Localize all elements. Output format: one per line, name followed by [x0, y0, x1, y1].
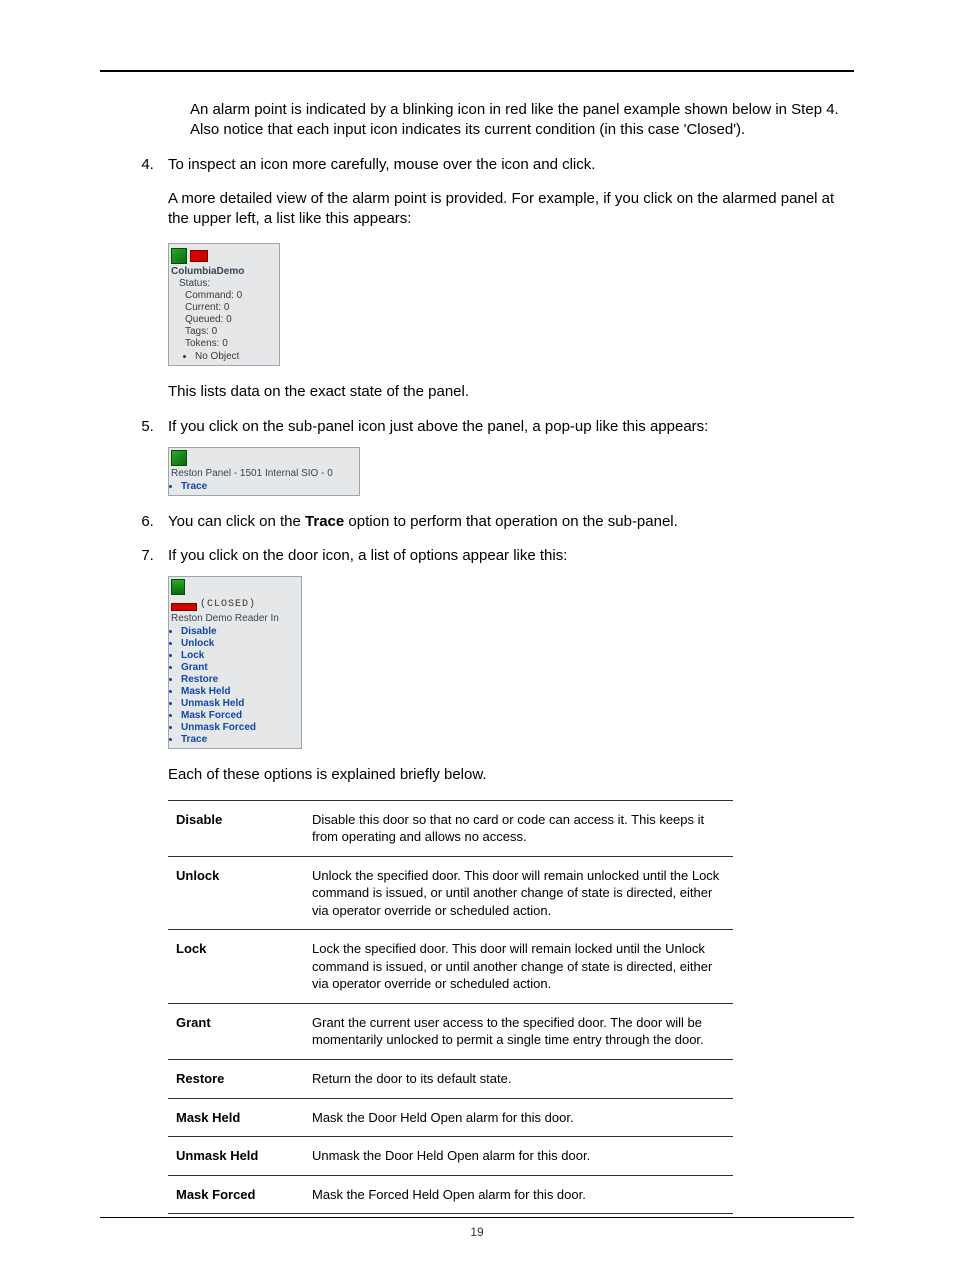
door-closed-label: (CLOSED): [200, 599, 256, 611]
opt-val: Disable this door so that no card or cod…: [304, 800, 733, 856]
opt-key: Mask Held: [168, 1098, 304, 1137]
fig2-title: Reston Panel - 1501 Internal SIO - 0: [171, 468, 357, 480]
opt-val: Mask the Door Held Open alarm for this d…: [304, 1098, 733, 1137]
door-icon: [171, 579, 185, 595]
step-5-text: If you click on the sub-panel icon just …: [168, 418, 708, 435]
fig1-line: Current: 0: [185, 302, 277, 314]
opt-val: Return the door to its default state.: [304, 1059, 733, 1098]
subpanel-icon: [171, 450, 187, 466]
fig1-bullet: No Object: [195, 351, 277, 363]
door-opt-unlock[interactable]: Unlock: [181, 638, 299, 650]
opt-key: Lock: [168, 930, 304, 1004]
step-4-para: A more detailed view of the alarm point …: [168, 189, 854, 230]
fig1-line: Command: 0: [185, 290, 277, 302]
opt-key: Mask Forced: [168, 1175, 304, 1214]
panel-icon: [171, 248, 187, 264]
opt-val: Grant the current user access to the spe…: [304, 1003, 733, 1059]
page-number: 19: [470, 1225, 483, 1239]
door-opt-unmask-held[interactable]: Unmask Held: [181, 698, 299, 710]
step-4-text: To inspect an icon more carefully, mouse…: [168, 156, 595, 173]
step-6-pre: You can click on the: [168, 513, 305, 530]
table-row: RestoreReturn the door to its default st…: [168, 1059, 733, 1098]
door-opt-restore[interactable]: Restore: [181, 674, 299, 686]
table-row: GrantGrant the current user access to th…: [168, 1003, 733, 1059]
step-4: To inspect an icon more carefully, mouse…: [158, 155, 854, 403]
footer-rule: [100, 1217, 854, 1218]
opt-key: Restore: [168, 1059, 304, 1098]
opt-key: Grant: [168, 1003, 304, 1059]
door-opt-trace[interactable]: Trace: [181, 734, 299, 746]
door-alarm-icon: [171, 603, 197, 611]
fig1-status-label: Status:: [171, 278, 277, 290]
step-7-after: Each of these options is explained brief…: [168, 765, 854, 785]
fig1-line: Tokens: 0: [185, 338, 277, 350]
opt-val: Lock the specified door. This door will …: [304, 930, 733, 1004]
table-row: LockLock the specified door. This door w…: [168, 930, 733, 1004]
intro-paragraph: An alarm point is indicated by a blinkin…: [190, 100, 854, 141]
door-opt-mask-forced[interactable]: Mask Forced: [181, 710, 299, 722]
table-row: Mask HeldMask the Door Held Open alarm f…: [168, 1098, 733, 1137]
figure-subpanel-popup: Reston Panel - 1501 Internal SIO - 0 Tra…: [168, 447, 360, 496]
fig1-line: Tags: 0: [185, 326, 277, 338]
opt-key: Unmask Held: [168, 1137, 304, 1176]
fig1-line: Queued: 0: [185, 314, 277, 326]
step-7: If you click on the door icon, a list of…: [158, 546, 854, 1214]
step-6-post: option to perform that operation on the …: [344, 513, 678, 530]
step-7-text: If you click on the door icon, a list of…: [168, 547, 567, 564]
fig2-trace-link[interactable]: Trace: [181, 481, 357, 493]
fig1-title: ColumbiaDemo: [171, 266, 277, 278]
step-5: If you click on the sub-panel icon just …: [158, 417, 854, 496]
opt-key: Disable: [168, 800, 304, 856]
opt-val: Unmask the Door Held Open alarm for this…: [304, 1137, 733, 1176]
opt-val: Mask the Forced Held Open alarm for this…: [304, 1175, 733, 1214]
door-opt-grant[interactable]: Grant: [181, 662, 299, 674]
table-row: Unmask HeldUnmask the Door Held Open ala…: [168, 1137, 733, 1176]
figure-panel-status: ColumbiaDemo Status: Command: 0 Current:…: [168, 243, 280, 366]
door-opt-disable[interactable]: Disable: [181, 626, 299, 638]
options-table: DisableDisable this door so that no card…: [168, 800, 733, 1215]
step-6: You can click on the Trace option to per…: [158, 512, 854, 532]
step-4-after: This lists data on the exact state of th…: [168, 382, 854, 402]
opt-key: Unlock: [168, 856, 304, 930]
door-opt-mask-held[interactable]: Mask Held: [181, 686, 299, 698]
alarm-icon: [190, 250, 208, 262]
step-6-bold: Trace: [305, 513, 344, 530]
opt-val: Unlock the specified door. This door wil…: [304, 856, 733, 930]
figure-door-options: (CLOSED) Reston Demo Reader In Disable U…: [168, 576, 302, 749]
door-opt-lock[interactable]: Lock: [181, 650, 299, 662]
fig3-title: Reston Demo Reader In: [171, 613, 299, 625]
top-rule: [100, 70, 854, 72]
table-row: UnlockUnlock the specified door. This do…: [168, 856, 733, 930]
table-row: Mask ForcedMask the Forced Held Open ala…: [168, 1175, 733, 1214]
door-opt-unmask-forced[interactable]: Unmask Forced: [181, 722, 299, 734]
table-row: DisableDisable this door so that no card…: [168, 800, 733, 856]
